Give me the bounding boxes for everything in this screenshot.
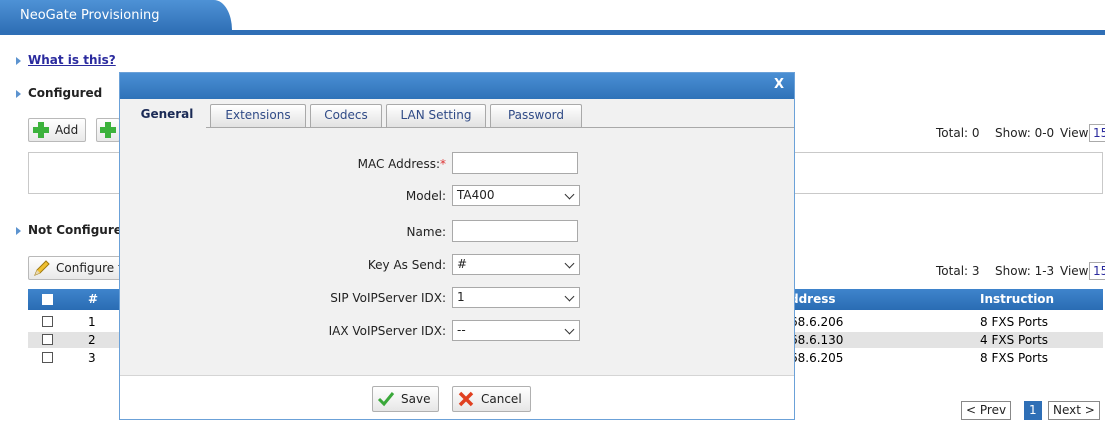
not-configured-show: Show: 1-3 [995, 264, 1055, 278]
configured-total: Total: 0 [936, 126, 980, 140]
what-is-this-link[interactable]: What is this? [16, 53, 116, 67]
chevron-down-icon [564, 258, 575, 269]
sip-voipserver-idx-value: 1 [457, 290, 465, 304]
tab-codecs[interactable]: Codecs [310, 104, 382, 127]
checkmark-icon [377, 392, 395, 407]
iax-voipserver-idx-value: -- [457, 323, 466, 337]
row-address: 68.6.130 [790, 333, 844, 347]
next-page-button[interactable]: Next > [1048, 401, 1100, 420]
cancel-x-icon [458, 391, 474, 407]
page-1-button[interactable]: 1 [1024, 401, 1042, 420]
configure-button-label: Configure t [56, 261, 123, 275]
mac-address-label: MAC Address:* [246, 157, 446, 171]
pencil-icon [34, 260, 50, 276]
tab-password[interactable]: Password [490, 104, 582, 127]
configured-show: Show: 0-0 [995, 126, 1055, 140]
model-select[interactable]: TA400 [452, 185, 580, 206]
chevron-down-icon [564, 291, 575, 302]
top-bar: NeoGate Provisioning [0, 0, 1105, 36]
save-button-label: Save [401, 392, 431, 406]
sip-voipserver-idx-label: SIP VoIPServer IDX: [330, 291, 446, 305]
iax-voipserver-idx-label: IAX VoIPServer IDX: [328, 324, 446, 338]
save-button[interactable]: Save [372, 386, 440, 412]
select-all-checkbox[interactable] [42, 294, 53, 305]
row-address: 68.6.205 [790, 351, 844, 365]
col-instruction[interactable]: Instruction [980, 292, 1054, 306]
dialog-tabs: General Extensions Codecs LAN Setting Pa… [120, 99, 794, 128]
row-checkbox[interactable] [42, 316, 53, 327]
dialog-header[interactable]: X [120, 73, 794, 99]
col-number: # [88, 292, 99, 306]
arrow-right-icon [16, 56, 21, 65]
key-as-send-select[interactable]: # [452, 254, 580, 275]
mac-address-input[interactable] [452, 152, 578, 174]
app-title: NeoGate Provisioning [20, 8, 160, 23]
row-number: 1 [88, 315, 96, 329]
tab-extensions[interactable]: Extensions [210, 104, 306, 127]
tab-divider [206, 127, 794, 128]
not-configured-total: Total: 3 [936, 264, 980, 278]
dialog-footer: Save Cancel [120, 375, 794, 419]
close-icon[interactable]: X [774, 77, 784, 92]
configured-view-select[interactable]: 15 [1089, 124, 1105, 142]
required-marker: * [440, 157, 446, 171]
mac-address-label-text: MAC Address: [357, 157, 440, 171]
iax-voipserver-idx-select[interactable]: -- [452, 320, 580, 341]
key-as-send-label: Key As Send: [367, 258, 446, 272]
col-address[interactable]: ddress [790, 292, 836, 306]
arrow-right-icon [16, 89, 21, 98]
cancel-button-label: Cancel [481, 392, 522, 406]
configured-view-label: View: [1060, 126, 1092, 140]
row-checkbox[interactable] [42, 334, 53, 345]
prev-page-button[interactable]: < Prev [961, 401, 1012, 420]
sip-voipserver-idx-select[interactable]: 1 [452, 287, 580, 308]
plus-icon [33, 122, 49, 138]
row-number: 3 [88, 351, 96, 365]
app-title-tab[interactable]: NeoGate Provisioning [0, 0, 232, 32]
chevron-down-icon [564, 324, 575, 335]
name-label: Name: [406, 225, 446, 239]
configure-button[interactable]: Configure t [28, 256, 131, 280]
configured-section-title: Configured [16, 86, 102, 100]
row-instruction: 8 FXS Ports [980, 315, 1049, 329]
not-configured-view-label: View: [1060, 264, 1092, 278]
cancel-button[interactable]: Cancel [452, 386, 531, 412]
chevron-down-icon [564, 189, 575, 200]
tab-general[interactable]: General [128, 102, 206, 128]
what-is-this-text[interactable]: What is this? [28, 53, 116, 67]
not-configured-section-title: Not Configured [16, 223, 130, 237]
row-number: 2 [88, 333, 96, 347]
provisioning-dialog: X General Extensions Codecs LAN Setting … [119, 72, 795, 420]
model-select-value: TA400 [457, 188, 495, 202]
row-address: 68.6.206 [790, 315, 844, 329]
not-configured-view-select[interactable]: 15 [1089, 262, 1105, 280]
row-instruction: 8 FXS Ports [980, 351, 1049, 365]
tab-lan-setting[interactable]: LAN Setting [386, 104, 486, 127]
model-label: Model: [405, 189, 446, 203]
arrow-right-icon [16, 226, 21, 235]
add-button-label: Add [55, 123, 79, 137]
batch-add-button[interactable] [96, 118, 120, 142]
name-input[interactable] [452, 220, 578, 242]
dialog-body: General Extensions Codecs LAN Setting Pa… [120, 99, 794, 375]
row-instruction: 4 FXS Ports [980, 333, 1049, 347]
add-button[interactable]: Add [28, 118, 87, 142]
key-as-send-value: # [457, 257, 468, 271]
batch-add-icon [100, 122, 116, 138]
row-checkbox[interactable] [42, 352, 53, 363]
